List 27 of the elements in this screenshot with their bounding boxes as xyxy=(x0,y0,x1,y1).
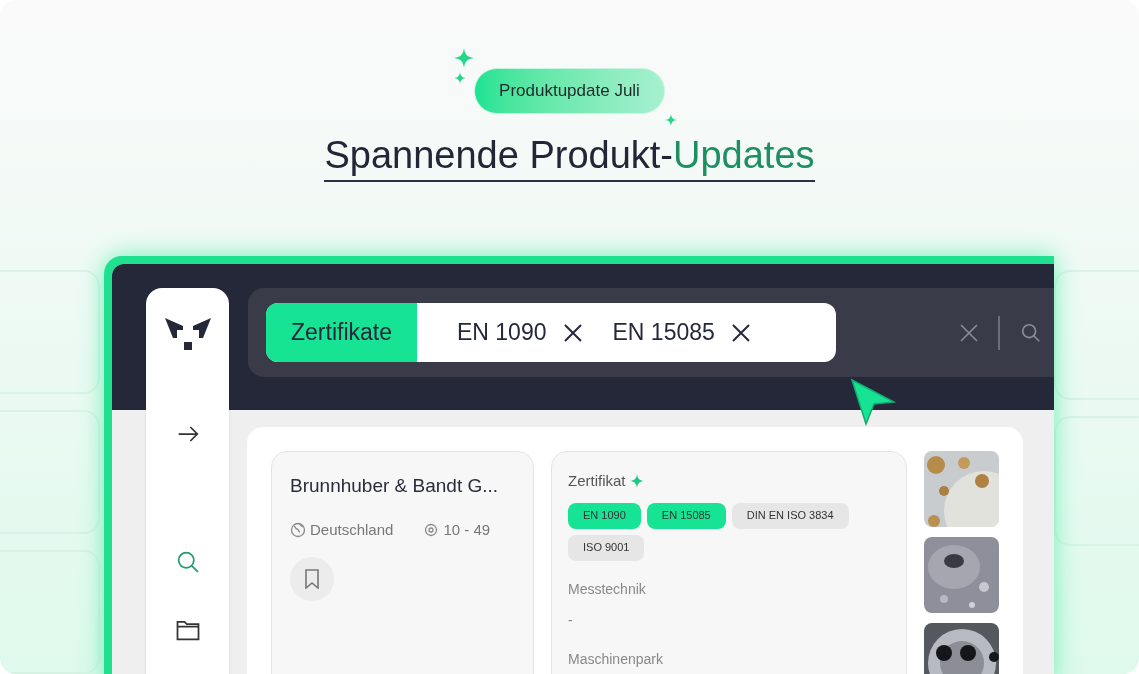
update-badge: Produktupdate Juli xyxy=(474,68,665,114)
filter-chip[interactable]: EN 15085 xyxy=(612,315,751,350)
field-value: - xyxy=(568,610,574,630)
sparkle-icon xyxy=(629,474,644,489)
field-label: Maschinenpark xyxy=(568,649,664,669)
close-icon[interactable] xyxy=(562,322,583,343)
certificate-tag: DIN EN ISO 3834 xyxy=(731,502,849,529)
cursor-icon xyxy=(850,378,896,426)
close-icon[interactable] xyxy=(730,322,751,343)
sparkle-icon xyxy=(454,48,475,68)
company-name: Brunnhuber & Bandt G... xyxy=(290,474,500,498)
bookmark-icon xyxy=(303,569,321,589)
logo-icon xyxy=(164,316,211,352)
certificate-tag: EN 1090 xyxy=(568,502,641,529)
sparkle-icon xyxy=(454,72,467,84)
field-label: Messtechnik xyxy=(568,579,647,599)
filter-chip[interactable]: EN 1090 xyxy=(457,315,583,350)
country-label: Deutschland xyxy=(310,519,394,540)
headline: Spannende Produkt-Updates xyxy=(324,132,815,182)
section-label: Zertifikat xyxy=(568,471,626,491)
employee-count: 10 - 49 xyxy=(443,519,491,540)
search-icon[interactable] xyxy=(1020,321,1042,344)
certificate-tag: ISO 9001 xyxy=(568,534,645,561)
sparkle-icon xyxy=(664,114,677,126)
category-label: Zertifikate xyxy=(266,303,417,362)
certificate-tag: EN 15085 xyxy=(646,502,726,529)
bookmark-button[interactable] xyxy=(290,557,334,601)
